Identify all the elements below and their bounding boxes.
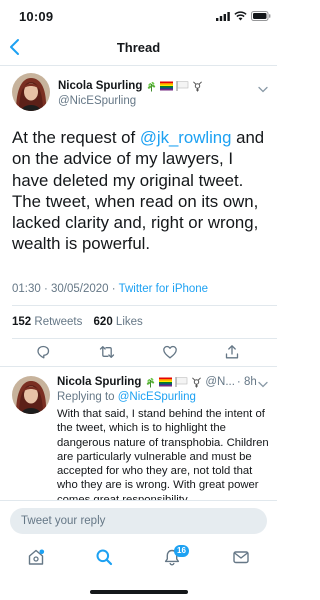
white-flag-emoji-icon — [176, 81, 189, 91]
tweet-timestamp-row: 01:30 · 30/05/2020 · Twitter for iPhone — [12, 283, 208, 295]
replying-to-handle-link[interactable]: @NicESpurling — [118, 391, 196, 403]
reply-input[interactable] — [10, 508, 267, 534]
transgender-symbol-emoji-icon — [193, 80, 203, 91]
transgender-symbol-emoji-icon — [192, 376, 202, 387]
reply-author-display-name[interactable]: Nicola Spurling — [57, 376, 141, 388]
author-name-row: Nicola Spurling — [58, 80, 203, 92]
retweets-label: Retweets — [34, 316, 83, 328]
status-bar: 10:09 — [0, 0, 277, 30]
rainbow-flag-emoji-icon — [160, 81, 174, 91]
reply-author-name-row: Nicola Spurling @N... · 8h — [57, 376, 257, 388]
divider — [12, 305, 277, 306]
avatar[interactable] — [12, 73, 50, 111]
herb-emoji-icon — [148, 81, 156, 91]
status-time: 10:09 — [19, 9, 54, 24]
replying-to-label: Replying to — [57, 391, 118, 403]
retweet-icon[interactable] — [99, 344, 115, 360]
meta-separator: · — [108, 283, 119, 295]
tweet-stats: 152 Retweets 620 Likes — [12, 316, 143, 328]
chevron-down-icon[interactable] — [258, 381, 268, 388]
meta-separator: · — [40, 283, 52, 295]
white-flag-emoji-icon — [175, 377, 188, 387]
divider — [0, 366, 277, 367]
tweet-date: 30/05/2020 — [51, 283, 109, 295]
retweets-count: 152 — [12, 316, 32, 328]
cellular-signal-icon — [216, 12, 230, 21]
mention-link[interactable]: @jk_rowling — [140, 128, 232, 147]
reply-tweet-text: With that said, I stand behind the inten… — [57, 408, 269, 500]
tweet-text: At the request of @jk_rowling and on the… — [12, 127, 272, 255]
author-handle[interactable]: @NicESpurling — [58, 95, 136, 107]
like-icon[interactable] — [162, 344, 178, 360]
chevron-down-icon[interactable] — [258, 86, 268, 93]
messages-icon[interactable] — [232, 548, 250, 566]
rainbow-flag-emoji-icon — [159, 377, 173, 387]
likes-stat[interactable]: 620 Likes — [94, 316, 143, 328]
home-indicator — [90, 590, 188, 594]
battery-icon — [251, 11, 271, 21]
notifications-badge: 16 — [174, 545, 189, 557]
author-emojis — [146, 80, 203, 92]
reply-author-handle[interactable]: @N... — [205, 376, 235, 388]
replying-to: Replying to @NicESpurling — [57, 391, 196, 403]
divider — [12, 338, 277, 339]
wifi-icon — [234, 11, 247, 21]
likes-count: 620 — [93, 316, 113, 328]
reply-icon[interactable] — [35, 344, 51, 360]
search-icon[interactable] — [95, 548, 113, 566]
share-icon[interactable] — [224, 344, 240, 360]
herb-emoji-icon — [147, 377, 155, 387]
page-title: Thread — [116, 40, 161, 55]
likes-label: Likes — [115, 316, 143, 328]
tweet-text-part: At the request of — [12, 128, 140, 147]
reply-author-emojis — [145, 376, 202, 388]
nav-bar: Thread — [0, 30, 277, 66]
tweet-source-link[interactable]: Twitter for iPhone — [119, 283, 208, 295]
avatar[interactable] — [12, 376, 50, 414]
retweets-stat[interactable]: 152 Retweets — [12, 316, 82, 328]
author-display-name[interactable]: Nicola Spurling — [58, 80, 142, 92]
home-icon[interactable] — [27, 548, 45, 566]
tweet-time: 01:30 — [12, 283, 41, 295]
reply-time: · 8h — [236, 376, 257, 388]
